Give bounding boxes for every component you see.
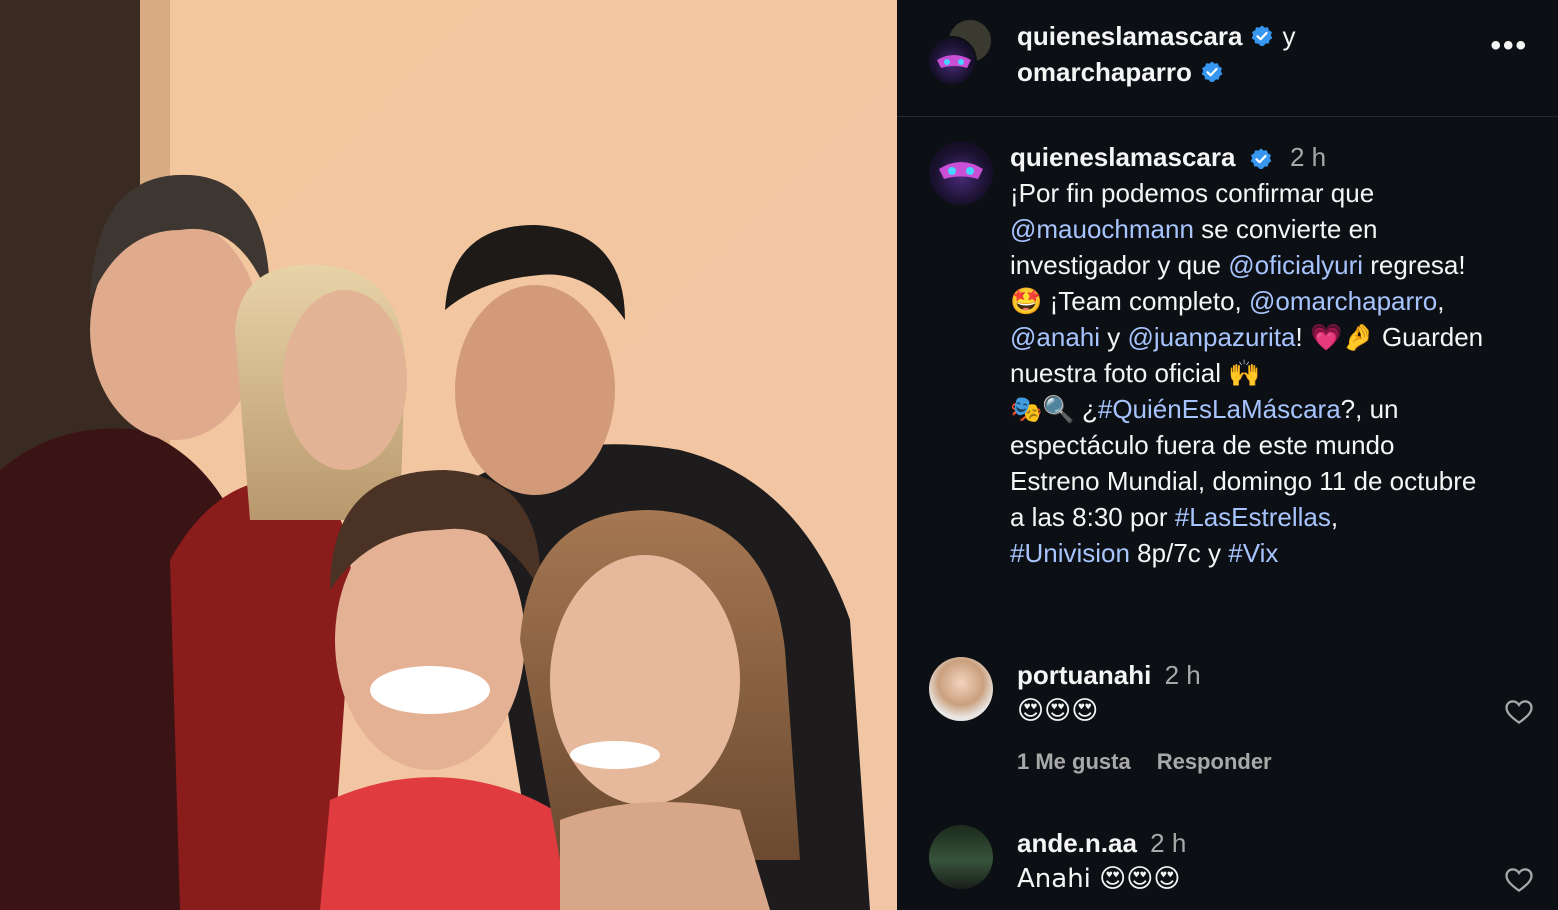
header-username-2[interactable]: omarchaparro — [1017, 54, 1192, 90]
hashtag-link[interactable]: #QuiénEsLaMáscara — [1098, 394, 1341, 424]
header-username-1[interactable]: quieneslamascara — [1017, 18, 1242, 54]
mention-link[interactable]: @anahi — [1010, 322, 1100, 352]
like-heart-icon[interactable] — [1504, 697, 1534, 727]
collab-usernames: quieneslamascara y omarchaparro — [1017, 18, 1295, 90]
caption-text: ¡Por fin podemos confirmar que @mauochman… — [1010, 175, 1540, 571]
caption-text-segment: 8p/7c y — [1129, 538, 1229, 568]
caption-avatar[interactable] — [929, 141, 993, 205]
verified-badge-icon — [1252, 25, 1273, 46]
comment-timestamp: 2 h — [1150, 828, 1187, 858]
comment-timestamp: 2 h — [1164, 660, 1201, 690]
commenter-avatar[interactable] — [929, 657, 993, 721]
caption-body: quieneslamascara 2 h ¡Por fin podemos co… — [1010, 139, 1540, 571]
caption-text-segment: , — [1330, 502, 1339, 532]
caption-line: ¡Por fin podemos confirmar que — [1010, 175, 1540, 211]
caption-text-segment: ?, un — [1340, 394, 1399, 424]
caption-text-segment: espectáculo fuera de este mundo — [1010, 430, 1395, 460]
comment-like-count[interactable]: 1 Me gusta — [1017, 749, 1131, 775]
caption-line: Estreno Mundial, domingo 11 de octubre — [1010, 463, 1540, 499]
caption-username[interactable]: quieneslamascara — [1010, 142, 1235, 172]
caption-line: @mauochmann se convierte en — [1010, 211, 1540, 247]
caption-text-segment: nuestra foto oficial 🙌 — [1010, 358, 1261, 388]
caption-text-segment: 🤩 ¡Team completo, — [1010, 286, 1250, 316]
collab-avatars[interactable] — [927, 18, 997, 88]
comment-username[interactable]: ande.n.aa — [1017, 828, 1137, 858]
caption-text-segment: regresa! — [1363, 250, 1466, 280]
header-separator: y — [1282, 21, 1296, 51]
caption-line: @anahi y @juanpazurita! 💗🤌 Guarden — [1010, 319, 1540, 355]
mask-logo-icon — [937, 55, 971, 68]
caption-text-segment: investigador y que — [1010, 250, 1229, 280]
comment-username[interactable]: portuanahi — [1017, 660, 1151, 690]
comment-text: 😍😍😍 — [1017, 696, 1099, 726]
hashtag-link[interactable]: #Vix — [1228, 538, 1278, 568]
verified-badge-icon — [1250, 148, 1272, 170]
caption-line: nuestra foto oficial 🙌 — [1010, 355, 1540, 391]
hashtag-link[interactable]: #Univision — [1010, 538, 1130, 568]
comment-text: Anahi 😍😍😍 — [1017, 864, 1181, 894]
caption-line: investigador y que @oficialyuri regresa! — [1010, 247, 1540, 283]
comment-body: portuanahi 2 h 😍😍😍 — [1017, 657, 1201, 729]
caption-timestamp[interactable]: 2 h — [1290, 142, 1326, 172]
caption-line: 🤩 ¡Team completo, @omarchaparro, — [1010, 283, 1540, 319]
caption-text-segment: ¡Por fin podemos confirmar que — [1010, 178, 1375, 208]
like-heart-icon[interactable] — [1504, 865, 1534, 895]
caption-line: a las 8:30 por #LasEstrellas, — [1010, 499, 1540, 535]
caption-text-segment: a las 8:30 por — [1010, 502, 1175, 532]
caption-text-segment: 🎭🔍 ¿ — [1010, 394, 1098, 424]
caption-line: 🎭🔍 ¿#QuiénEsLaMáscara?, un — [1010, 391, 1540, 427]
mention-link[interactable]: @juanpazurita — [1127, 322, 1295, 352]
caption-text-segment: Estreno Mundial, domingo 11 de octubre — [1010, 466, 1477, 496]
mask-logo-icon — [939, 162, 983, 179]
comment-actions: 1 Me gusta Responder — [1017, 749, 1272, 775]
reply-button[interactable]: Responder — [1157, 749, 1272, 775]
commenter-avatar[interactable] — [929, 825, 993, 889]
mention-link[interactable]: @oficialyuri — [1228, 250, 1363, 280]
group-selfie-image — [0, 0, 897, 910]
more-options-icon[interactable]: ••• — [1490, 31, 1528, 61]
post-header: quieneslamascara y omarchaparro ••• — [897, 0, 1558, 117]
caption-line: #Univision 8p/7c y #Vix — [1010, 535, 1540, 571]
post-photo[interactable] — [0, 0, 897, 910]
caption-text-segment: ! 💗🤌 Guarden — [1295, 322, 1484, 352]
caption-text-segment: , — [1437, 286, 1445, 316]
caption-text-segment: se convierte en — [1193, 214, 1378, 244]
avatar-quieneslamascara[interactable] — [927, 36, 977, 86]
mention-link[interactable]: @mauochmann — [1010, 214, 1194, 244]
hashtag-link[interactable]: #LasEstrellas — [1175, 502, 1331, 532]
caption-text-segment: y — [1100, 322, 1128, 352]
verified-badge-icon — [1201, 61, 1223, 82]
post-side-panel: quieneslamascara y omarchaparro ••• quie… — [897, 0, 1558, 910]
comment-body: ande.n.aa 2 h Anahi 😍😍😍 — [1017, 825, 1186, 897]
mention-link[interactable]: @omarchaparro — [1249, 286, 1437, 316]
caption-line: espectáculo fuera de este mundo — [1010, 427, 1540, 463]
